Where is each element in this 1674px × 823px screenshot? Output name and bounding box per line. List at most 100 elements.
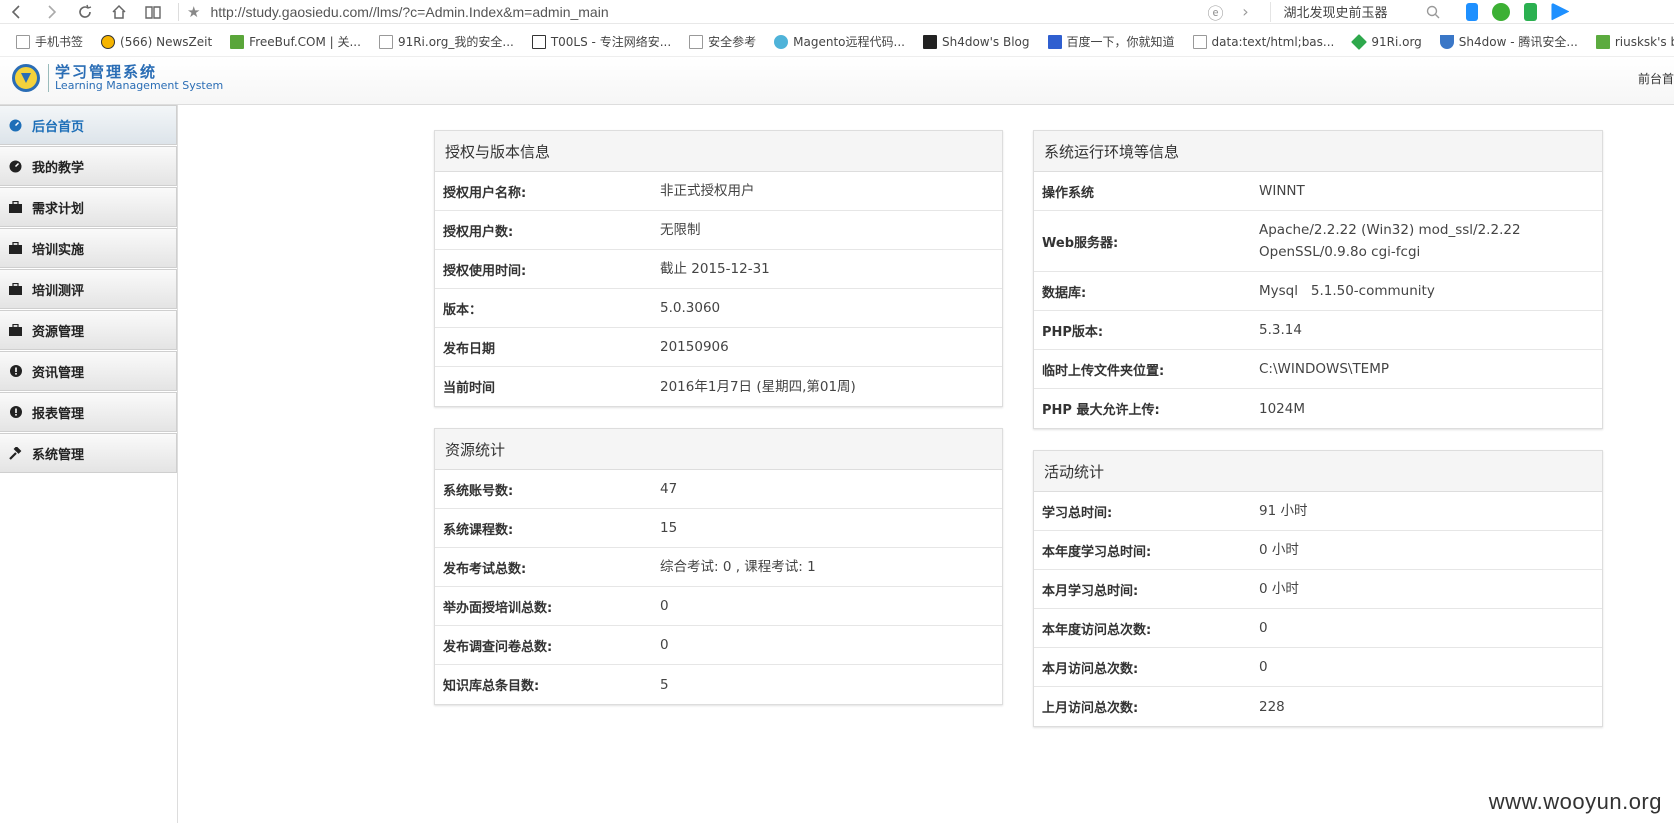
reload-icon [79,4,92,18]
table-row: 授权用户名称: 非正式授权用户 [435,172,1002,211]
sidebar-item-resource-mgmt[interactable]: 资源管理 [0,310,177,350]
sidebar-item-label: 培训测评 [32,283,85,299]
book-icon [145,5,161,19]
panel-title: 活动统计 [1034,451,1602,492]
table-row: 本年度访问总次数: 0 [1034,609,1602,648]
site-icon [1595,34,1610,49]
sidebar-item-dashboard[interactable]: 后台首页 [0,105,177,145]
table-row: 临时上传文件夹位置: C:\WINDOWS\TEMP [1034,350,1602,389]
site-icon [531,34,546,49]
panel-title: 授权与版本信息 [435,131,1002,172]
address-bar[interactable]: http://study.gaosiedu.com//lms/?c=Admin.… [210,4,1200,20]
logo-emblem-icon [12,64,40,92]
briefcase-icon [9,201,22,214]
dashboard-icon [9,160,22,173]
site-icon [230,34,245,49]
logo-subtitle: Learning Management System [55,79,224,92]
back-button[interactable] [0,0,34,24]
sidebar-item-label: 培训实施 [32,242,85,258]
sidebar-item-label: 我的教学 [32,160,85,176]
table-row: 操作系统 WINNT [1034,172,1602,211]
play-icon[interactable] [1551,2,1570,21]
table-row: 发布调查问卷总数: 0 [435,626,1002,665]
dashboard-icon [9,119,22,132]
sidebar-item-system-mgmt[interactable]: 系统管理 [0,433,177,473]
bookmark-item[interactable]: data:text/html;bas... [1192,34,1334,49]
train-icon[interactable] [1524,2,1538,21]
table-row: PHP版本: 5.3.14 [1034,311,1602,350]
bookmark-item[interactable]: 91Ri.org [1351,33,1422,50]
table-row: PHP 最大允许上传: 1024M [1042,400,1306,419]
cloud-icon [774,34,789,49]
table-row: 授权使用时间: 截止 2015-12-31 [435,250,1002,289]
table-row: 本月访问总次数: 0 [1034,648,1602,687]
table-row: Web服务器: Apache/2.2.22 (Win32) mod_ssl/2.2… [1034,211,1602,272]
site-icon [1351,33,1368,50]
sidebar-item-label: 资源管理 [32,324,85,340]
site-icon [922,34,937,49]
toolbar-separator [178,2,179,21]
bookmark-item[interactable]: Sh4dow - 腾讯安全... [1439,33,1578,50]
table-row: 上月访问总次数: 228 [1042,698,1285,717]
site-icon [101,34,116,49]
home-button[interactable] [102,0,136,24]
bookmark-item[interactable]: 手机书签 [16,33,83,50]
page-icon [689,34,704,49]
resource-stats-panel: 资源统计 系统账号数: 47 系统课程数: 15 发布考试总数: 综合考试: 0 , … [434,428,1003,705]
phone-icon[interactable] [1466,2,1479,21]
table-row: 系统账号数: 47 [435,470,1002,509]
table-row: 数据库: Mysql 5.1.50-community [1034,272,1602,311]
ie-mode-icon[interactable]: ⓔ [1200,0,1230,24]
sidebar-item-my-teaching[interactable]: 我的教学 [0,146,177,186]
sidebar-item-training-impl[interactable]: 培训实施 [0,228,177,268]
sidebar-item-training-eval[interactable]: 培训测评 [0,269,177,309]
briefcase-icon [9,283,22,296]
bookmark-item[interactable]: FreeBuf.COM | 关... [230,33,361,50]
bookmark-item[interactable]: 91Ri.org_我的安全... [378,33,514,50]
bookmark-item[interactable]: (566) NewsZeit [101,34,212,49]
panel-title: 资源统计 [435,429,1002,470]
bookmark-item[interactable]: riusksk's b [1595,34,1674,49]
info-icon [9,365,22,378]
table-row: 授权用户数: 无限制 [435,211,1002,250]
bookmark-item[interactable]: 安全参考 [689,33,756,50]
bookmark-item[interactable]: T00LS - 专注网络安... [531,33,671,50]
app-header: 学习管理系统 Learning Management System 前台首 [0,58,1674,105]
search-text: 湖北发现史前玉器 [1283,6,1388,21]
briefcase-icon [9,324,22,337]
search-icon [1427,5,1440,18]
back-arrow-icon [11,4,20,19]
browser-toolbar: ★ http://study.gaosiedu.com//lms/?c=Admi… [0,0,1674,24]
environment-panel: 系统运行环境等信息 操作系统 WINNT Web服务器: Apache/2.2.22… [1033,130,1603,429]
chevron-right-icon[interactable]: › [1230,2,1260,21]
reload-button[interactable] [68,0,102,24]
sidebar-item-label: 资讯管理 [32,365,85,381]
page-icon [378,34,393,49]
wechat-icon[interactable] [1492,2,1511,21]
shield-icon [1439,34,1454,49]
table-row: 本月学习总时间: 0 小时 [1034,570,1602,609]
sidebar-item-demand-plan[interactable]: 需求计划 [0,187,177,227]
bookmark-item[interactable]: Magento远程代码... [774,33,905,50]
watermark: www.wooyun.org [1488,789,1662,814]
table-row: 知识库总条目数: 5 [443,676,669,695]
reader-button[interactable] [136,0,170,24]
table-row: 系统课程数: 15 [435,509,1002,548]
sidebar-item-news-mgmt[interactable]: 资讯管理 [0,351,177,391]
hammer-icon [9,446,22,460]
forward-button[interactable] [34,0,68,24]
bookmarks-bar: 手机书签 (566) NewsZeit FreeBuf.COM | 关... 9… [0,27,1674,57]
star-icon[interactable]: ★ [187,3,200,21]
frontend-link[interactable]: 前台首 [1638,70,1674,87]
folder-icon [16,34,30,49]
search-input[interactable]: 湖北发现史前玉器 [1270,1,1450,22]
sidebar-item-label: 系统管理 [32,447,85,463]
bookmark-item[interactable]: Sh4dow's Blog [922,34,1030,49]
table-row: 本年度学习总时间: 0 小时 [1034,531,1602,570]
table-row: 发布日期 20150906 [435,328,1002,367]
app-logo[interactable]: 学习管理系统 Learning Management System [12,64,223,92]
home-icon [112,4,126,19]
sidebar-item-report-mgmt[interactable]: 报表管理 [0,392,177,432]
table-row: 举办面授培训总数: 0 [435,587,1002,626]
bookmark-item[interactable]: 百度一下，你就知道 [1047,33,1175,50]
